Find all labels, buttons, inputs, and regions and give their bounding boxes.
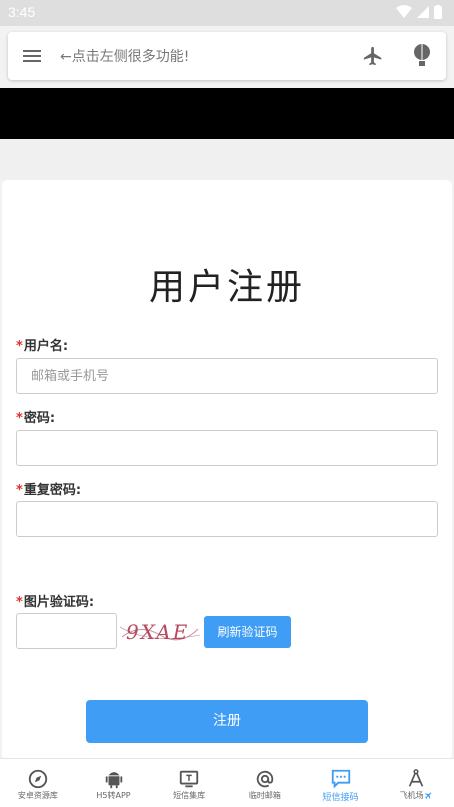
captcha-image[interactable]: 9XAE: [120, 615, 200, 649]
captcha-text: 9XAE: [126, 620, 189, 644]
compass-icon: [28, 769, 47, 789]
search-bar: ←点击左侧很多功能!: [8, 32, 446, 80]
tab-label: 临时邮箱: [248, 791, 281, 800]
tab-label: H5转APP: [96, 791, 131, 800]
monitor-icon: [180, 770, 199, 788]
tab-label: 飞机场: [378, 790, 454, 801]
battery-icon: [434, 5, 442, 19]
wifi-icon: [396, 5, 412, 18]
confirm-password-input[interactable]: [17, 502, 437, 536]
tab-sms-library[interactable]: 短信集库: [151, 759, 227, 807]
tab-android-resources[interactable]: 安卓资源库: [0, 759, 76, 807]
page-title: 用户注册: [148, 267, 305, 308]
tab-label: 短信集库: [173, 791, 206, 800]
register-button[interactable]: 注册: [86, 700, 368, 743]
black-banner: [0, 88, 454, 139]
username-field[interactable]: [16, 358, 438, 394]
menu-hint[interactable]: ←点击左侧很多功能!: [60, 46, 189, 66]
spacer-band: [0, 139, 454, 179]
required-mark: *: [16, 339, 23, 354]
required-mark: *: [16, 411, 23, 426]
status-bar: 3:45: [0, 0, 454, 26]
captcha-label: *图片验证码:: [16, 595, 95, 610]
confirm-password-label: *重复密码:: [16, 483, 82, 498]
username-input[interactable]: [17, 359, 437, 393]
menu-icon[interactable]: [22, 46, 42, 66]
tab-airport[interactable]: 飞机场: [378, 759, 454, 807]
captcha-input[interactable]: [17, 614, 116, 648]
tab-temp-mail[interactable]: 临时邮箱: [227, 759, 303, 807]
bottom-tab-bar: 安卓资源库 H5转APP 短信集库 临时邮箱 短信接码 飞机场: [0, 758, 454, 807]
password-input[interactable]: [17, 431, 437, 465]
compass-draw-icon: [409, 769, 424, 787]
airplane-small-icon: [424, 792, 431, 799]
signal-icon: [417, 6, 429, 18]
balloon-icon[interactable]: [412, 44, 432, 68]
tab-h5-to-app[interactable]: H5转APP: [76, 759, 152, 807]
required-mark: *: [16, 483, 23, 498]
password-field[interactable]: [16, 430, 438, 466]
android-icon: [105, 772, 122, 789]
refresh-captcha-button[interactable]: 刷新验证码: [204, 616, 291, 648]
chat-icon: [331, 769, 350, 789]
captcha-field[interactable]: [16, 613, 117, 649]
system-icons: [396, 5, 442, 19]
tab-label: 安卓资源库: [17, 791, 58, 800]
username-label: *用户名:: [16, 339, 69, 354]
password-label: *密码:: [16, 411, 56, 426]
airplane-icon[interactable]: [362, 45, 384, 67]
register-form: 用户注册 *用户名: *密码: *重复密码: *图片验证码: 9XAE 刷新验证…: [2, 180, 452, 760]
tab-sms-receive[interactable]: 短信接码: [303, 759, 379, 807]
tab-label: 短信接码: [322, 793, 359, 803]
confirm-password-field[interactable]: [16, 501, 438, 537]
required-mark: *: [16, 595, 23, 610]
at-icon: [256, 770, 274, 788]
status-time: 3:45: [8, 4, 36, 20]
